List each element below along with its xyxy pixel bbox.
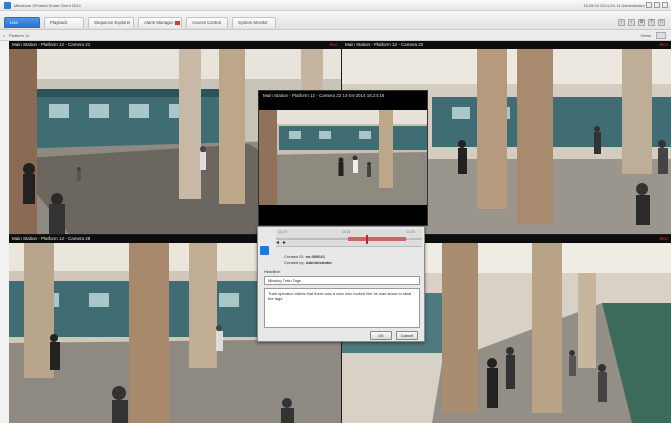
bookmark-dialog: 14:19 14:21 14:23 ◂ ▸ Created ID: no.000…	[257, 226, 425, 342]
camera-title-bar: Main Station - Platform 12 - Camera 21 R…	[9, 41, 341, 49]
tab-live[interactable]: Live	[4, 17, 40, 28]
window-controls	[646, 2, 668, 8]
app-title: Milestone XProtect Smart Client 2014	[14, 3, 81, 8]
step-forward-icon[interactable]: ▸	[283, 240, 286, 246]
current-view-name: Platform 12	[9, 33, 30, 38]
minimize-icon[interactable]	[646, 2, 652, 8]
milestone-logo-icon	[4, 2, 11, 9]
tab-sequence-explorer[interactable]: Sequence Explorer	[88, 17, 134, 28]
headline-label: Headline:	[264, 269, 281, 274]
setup-icon[interactable]: ⚙	[638, 19, 645, 26]
camera-title-bar: Main Station - Platform 12 - Camera 22 R…	[342, 41, 671, 49]
timeline-controls: ◂ ▸	[276, 240, 286, 246]
tab-bar: Live Playback Sequence Explorer Alarm Ma…	[0, 11, 671, 30]
forward-icon[interactable]: ›	[628, 19, 635, 26]
tab-access-control[interactable]: Access Control	[186, 17, 228, 28]
tab-system-monitor[interactable]: System Monitor	[232, 17, 276, 28]
help-icon[interactable]: ?	[648, 19, 655, 26]
record-dot-icon: REC	[659, 236, 668, 241]
record-dot-icon: REC	[659, 42, 668, 47]
headline-input[interactable]: Missing Train Tags	[264, 276, 420, 285]
timeline-label: 14:23	[406, 230, 415, 234]
close-icon[interactable]	[662, 2, 668, 8]
title-bar: Milestone XProtect Smart Client 2014 16:…	[0, 0, 671, 11]
record-dot-icon: REC	[329, 42, 338, 47]
timeline-selection[interactable]	[348, 237, 406, 241]
step-back-icon[interactable]: ◂	[276, 240, 279, 246]
view-layout-button[interactable]	[656, 32, 666, 39]
popup-title: Main Station - Platform 12 - Camera 22 1…	[259, 91, 427, 100]
user-info: 16:25:04 2014-04-14 Administrator	[583, 3, 645, 8]
view-bar: x Platform 12 Views	[0, 30, 671, 41]
description-input[interactable]: Train operator claims that there was a m…	[264, 288, 420, 328]
maximize-icon[interactable]	[654, 2, 660, 8]
popup-video-feed	[259, 100, 427, 225]
views-label[interactable]: Views	[640, 33, 651, 38]
ok-button[interactable]: OK	[370, 331, 392, 340]
camera-title: Main Station - Platform 12 - Camera 21	[12, 42, 91, 47]
timeline-label: 14:21	[342, 230, 351, 234]
tab-playback[interactable]: Playback	[44, 17, 84, 28]
fullscreen-icon[interactable]: □	[658, 19, 665, 26]
bookmark-timeline[interactable]: 14:19 14:21 14:23	[276, 229, 422, 247]
back-icon[interactable]: ‹	[618, 19, 625, 26]
timeline-label: 14:19	[278, 230, 287, 234]
camera-title: Main Station - Platform 12 - Camera 28	[12, 236, 91, 241]
cancel-button[interactable]: Cancel	[396, 331, 418, 340]
camera-title: Main Station - Platform 12 - Camera 22	[345, 42, 424, 47]
popup-camera-window[interactable]: Main Station - Platform 12 - Camera 22 1…	[258, 90, 428, 226]
bookmark-icon	[260, 246, 269, 255]
info-row-user: Created by: Administrator	[284, 260, 333, 265]
close-view-icon[interactable]: x	[3, 33, 5, 38]
info-row-id: Created ID: no.000021	[284, 254, 325, 259]
timeline-playhead[interactable]	[366, 235, 368, 244]
tab-tools: ‹ › ⚙ ? □	[618, 19, 665, 26]
alarm-badge-icon	[175, 20, 181, 25]
tab-alarm-manager[interactable]: Alarm Manager	[138, 17, 182, 28]
